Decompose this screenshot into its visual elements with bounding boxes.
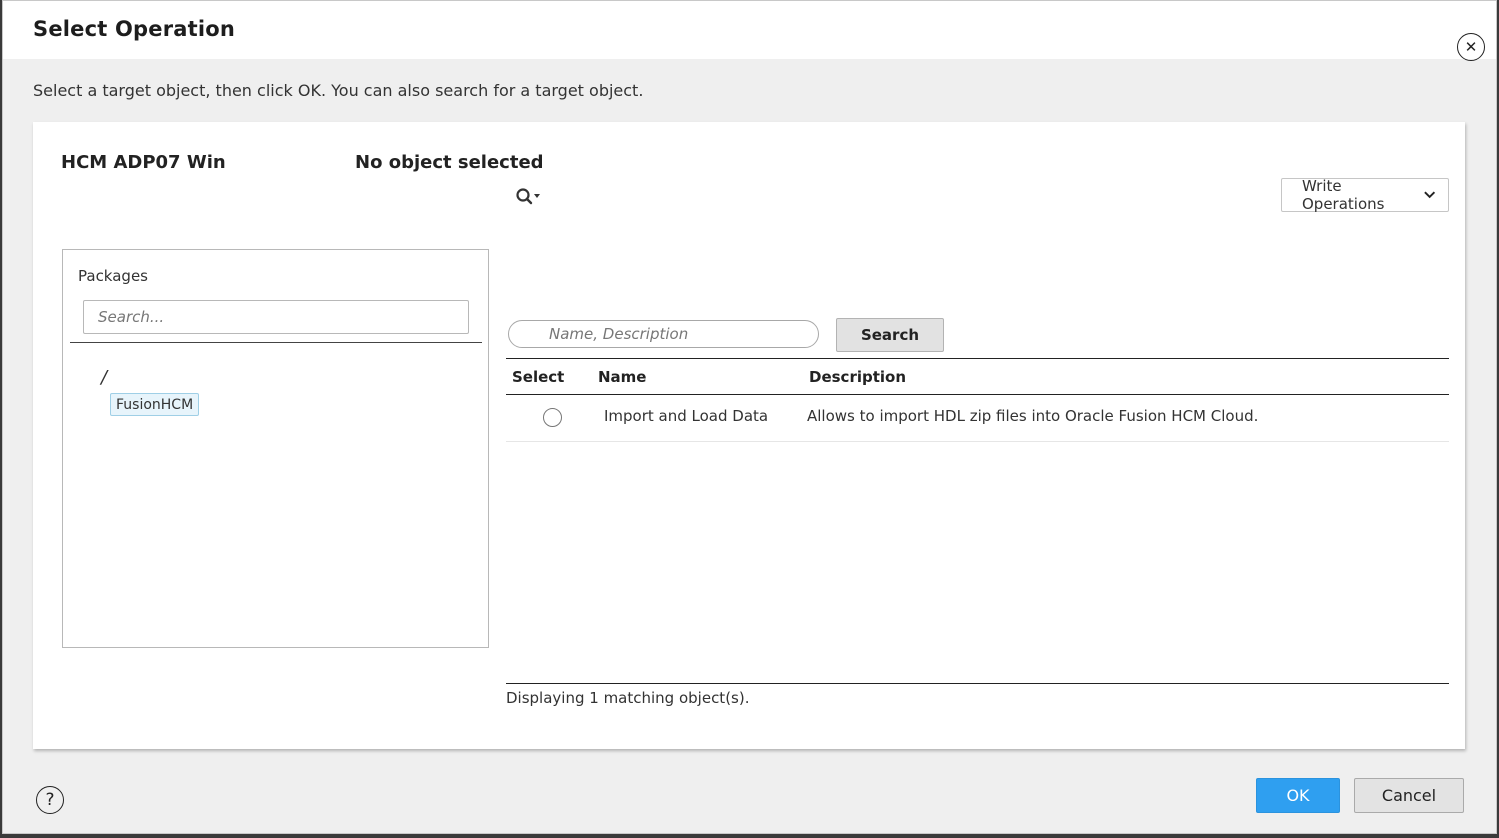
matching-objects-status: Displaying 1 matching object(s). bbox=[506, 689, 750, 707]
table-header: Select Name Description bbox=[506, 359, 1449, 395]
dialog-header: Select Operation bbox=[3, 1, 1496, 59]
object-search-input[interactable] bbox=[508, 320, 819, 348]
column-header-name[interactable]: Name bbox=[598, 368, 646, 386]
column-header-select: Select bbox=[512, 368, 565, 386]
table-row[interactable]: Import and Load Data Allows to import HD… bbox=[506, 395, 1449, 442]
row-name: Import and Load Data bbox=[604, 407, 769, 425]
search-icon bbox=[516, 188, 540, 205]
cancel-button[interactable]: Cancel bbox=[1354, 778, 1464, 813]
column-header-description[interactable]: Description bbox=[809, 368, 906, 386]
ok-button[interactable]: OK bbox=[1256, 778, 1340, 813]
tree-item-fusionhcm[interactable]: FusionHCM bbox=[110, 393, 200, 416]
packages-panel: Packages / FusionHCM bbox=[62, 249, 489, 648]
packages-divider bbox=[70, 342, 482, 343]
selected-object-label: No object selected bbox=[355, 152, 544, 173]
selection-panel: HCM ADP07 Win No object selected Write O… bbox=[33, 122, 1465, 749]
select-operation-dialog: Select Operation ✕ Select a target objec… bbox=[2, 0, 1497, 834]
packages-search-input[interactable] bbox=[83, 300, 469, 334]
tree-root[interactable]: / bbox=[101, 367, 107, 388]
select-radio[interactable] bbox=[543, 408, 562, 427]
objects-table: Select Name Description Import and Load … bbox=[506, 358, 1449, 684]
connection-name: HCM ADP07 Win bbox=[61, 152, 226, 173]
packages-label: Packages bbox=[78, 267, 148, 285]
dialog-instructions: Select a target object, then click OK. Y… bbox=[33, 81, 644, 100]
help-icon[interactable]: ? bbox=[36, 786, 64, 814]
search-options-toggle[interactable] bbox=[515, 186, 545, 208]
dialog-title: Select Operation bbox=[33, 17, 236, 41]
chevron-down-icon bbox=[1423, 191, 1435, 199]
operations-dropdown[interactable]: Write Operations bbox=[1281, 177, 1449, 213]
caret-down-icon bbox=[534, 194, 540, 198]
row-description: Allows to import HDL zip files into Orac… bbox=[807, 407, 1259, 425]
operations-dropdown-value: Write Operations bbox=[1302, 177, 1385, 213]
close-icon[interactable]: ✕ bbox=[1457, 33, 1485, 61]
search-button[interactable]: Search bbox=[836, 318, 944, 352]
